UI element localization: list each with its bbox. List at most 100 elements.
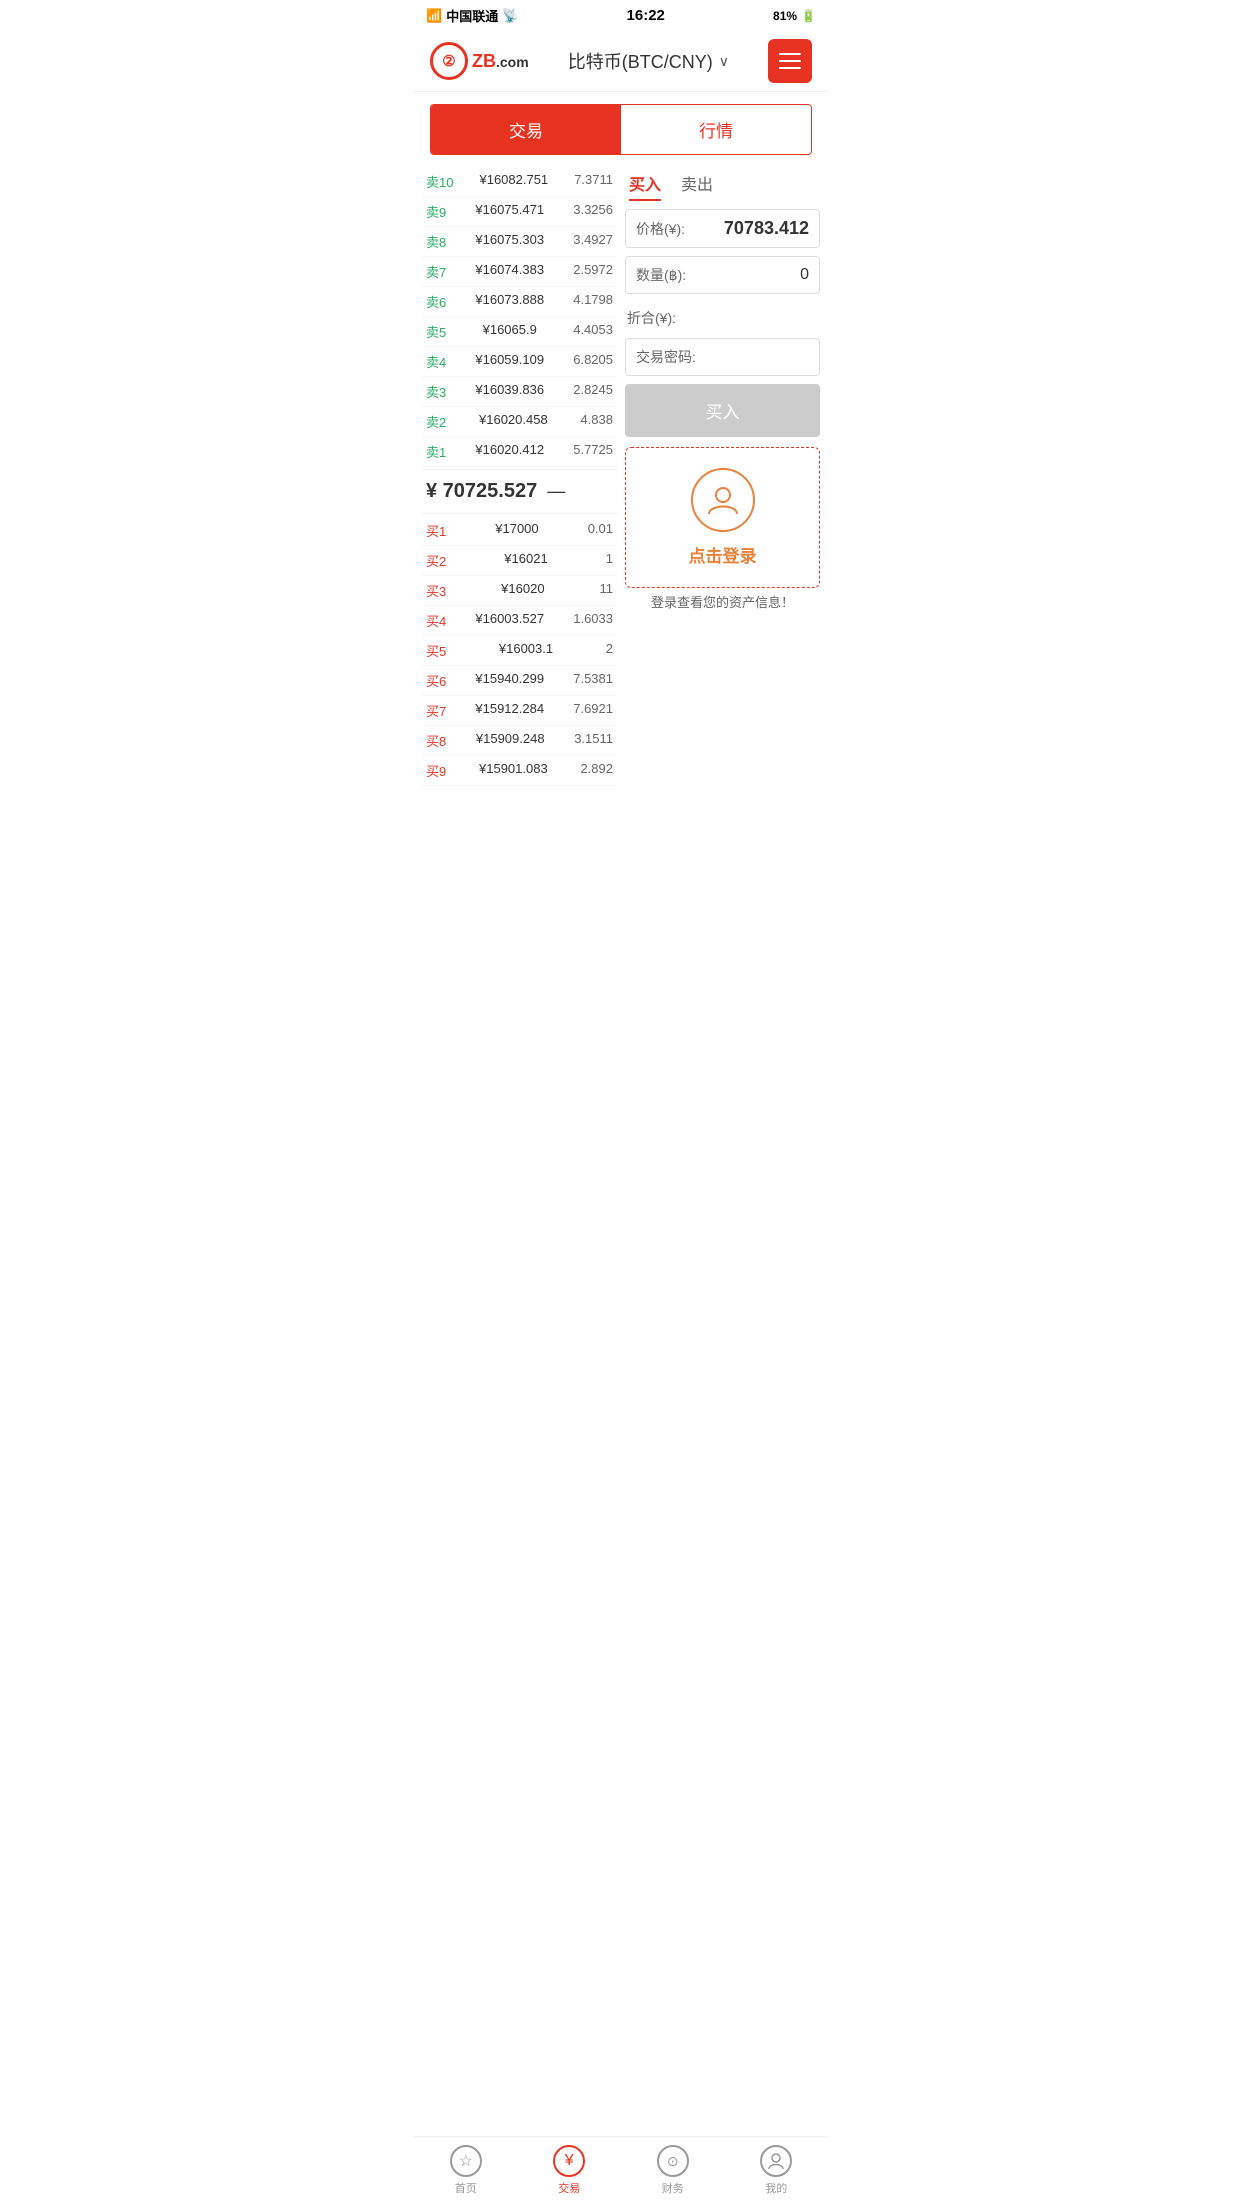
battery-icon: 🔋 [801,9,816,23]
buy-order-qty: 2 [606,641,613,660]
nav-item-home[interactable]: ☆ 首页 [450,2145,482,2196]
login-button[interactable]: 点击登录 [689,542,757,567]
buy-order-label: 买8 [426,731,446,750]
sell-order-qty: 2.5972 [573,262,613,281]
user-icon [705,482,741,518]
buy-order-price: ¥16003.1 [499,641,553,660]
login-avatar [691,468,755,532]
table-row[interactable]: 买2 ¥16021 1 [422,546,617,576]
pair-label: 比特币(BTC/CNY) [568,48,713,74]
table-row[interactable]: 卖5 ¥16065.9 4.4053 [422,317,617,347]
qty-field-group: 数量(฿): 0 [625,256,820,294]
tab-market[interactable]: 行情 [621,105,811,154]
sell-order-price: ¥16039.836 [475,382,544,401]
order-book: 卖10 ¥16082.751 7.3711 卖9 ¥16075.471 3.32… [422,167,617,786]
tab-trade[interactable]: 交易 [431,105,621,154]
status-right: 81% 🔋 [773,9,816,23]
nav-item-finance[interactable]: ⊙ 财务 [657,2145,689,2196]
trade-icon: ¥ [553,2145,585,2177]
table-row[interactable]: 卖2 ¥16020.458 4.838 [422,407,617,437]
menu-line-2 [779,60,801,62]
status-left: 📶 中国联通 📡 [426,6,518,25]
sell-order-label: 卖1 [426,442,446,461]
sell-order-price: ¥16020.412 [475,442,544,461]
table-row[interactable]: 卖3 ¥16039.836 2.8245 [422,377,617,407]
buy-order-label: 买5 [426,641,446,660]
nav-item-profile[interactable]: 我的 [760,2145,792,2196]
current-price-value: ¥ 70725.527 [426,480,537,503]
sell-order-price: ¥16075.471 [475,202,544,221]
price-input[interactable]: 70783.412 [724,218,809,239]
sell-order-price: ¥16073.888 [475,292,544,311]
nav-label-trade: 交易 [558,2180,580,2196]
table-row[interactable]: 买1 ¥17000 0.01 [422,516,617,546]
status-bar: 📶 中国联通 📡 16:22 81% 🔋 [414,0,828,31]
buy-order-label: 买4 [426,611,446,630]
sell-order-qty: 4.1798 [573,292,613,311]
table-row[interactable]: 买4 ¥16003.527 1.6033 [422,606,617,636]
chevron-down-icon: ∨ [719,53,729,70]
buy-order-price: ¥17000 [495,521,538,540]
login-box: 点击登录 [625,447,820,588]
finance-icon: ⊙ [657,2145,689,2177]
table-row[interactable]: 买3 ¥16020 11 [422,576,617,606]
buy-order-price: ¥15940.299 [475,671,544,690]
buy-order-label: 买1 [426,521,446,540]
table-row[interactable]: 买8 ¥15909.248 3.1511 [422,726,617,756]
buy-button[interactable]: 买入 [625,384,820,437]
table-row[interactable]: 卖1 ¥16020.412 5.7725 [422,437,617,467]
sell-order-price: ¥16082.751 [479,172,548,191]
sell-order-label: 卖7 [426,262,446,281]
table-row[interactable]: 买6 ¥15940.299 7.5381 [422,666,617,696]
logo-text: ZB.com [472,51,529,72]
table-row[interactable]: 买9 ¥15901.083 2.892 [422,756,617,786]
buy-order-label: 买7 [426,701,446,720]
sell-order-price: ¥16059.109 [475,352,544,371]
buy-order-qty: 7.6921 [573,701,613,720]
buy-order-qty: 2.892 [580,761,613,780]
asset-info-text: 登录查看您的资产信息！ [625,592,820,611]
buy-order-price: ¥16021 [504,551,547,570]
nav-item-trade[interactable]: ¥ 交易 [553,2145,585,2196]
sell-order-qty: 4.4053 [573,322,613,341]
password-field-group: 交易密码: [625,338,820,376]
table-row[interactable]: 卖10 ¥16082.751 7.3711 [422,167,617,197]
buy-order-price: ¥15912.284 [475,701,544,720]
table-row[interactable]: 卖8 ¥16075.303 3.4927 [422,227,617,257]
table-row[interactable]: 买7 ¥15912.284 7.6921 [422,696,617,726]
wifi-icon: 📡 [502,8,518,24]
menu-button[interactable] [768,39,812,83]
zhehe-row: 折合(¥): [625,302,820,334]
carrier-label: 中国联通 [446,6,498,25]
tab-buy[interactable]: 买入 [629,171,661,201]
nav-label-profile: 我的 [765,2180,787,2196]
price-label: 价格(¥): [636,219,685,239]
time-display: 16:22 [627,7,665,24]
top-tab-bar: 交易 行情 [430,104,812,155]
buy-order-price: ¥16020 [501,581,544,600]
table-row[interactable]: 卖9 ¥16075.471 3.3256 [422,197,617,227]
right-panel: 买入 卖出 价格(¥): 70783.412 数量(฿): 0 折合(¥): 交… [625,167,820,786]
table-row[interactable]: 卖4 ¥16059.109 6.8205 [422,347,617,377]
buy-order-price: ¥15901.083 [479,761,548,780]
table-row[interactable]: 卖7 ¥16074.383 2.5972 [422,257,617,287]
sell-order-label: 卖4 [426,352,446,371]
sell-order-qty: 3.3256 [573,202,613,221]
home-icon: ☆ [450,2145,482,2177]
qty-input[interactable]: 0 [800,266,809,284]
buy-order-label: 买2 [426,551,446,570]
logo: ② ZB.com [430,42,529,80]
main-content: 卖10 ¥16082.751 7.3711 卖9 ¥16075.471 3.32… [414,167,828,786]
buy-orders: 买1 ¥17000 0.01 买2 ¥16021 1 买3 ¥16020 11 … [422,516,617,786]
nav-label-finance: 财务 [662,2180,684,2196]
zhehe-label: 折合(¥): [627,308,676,328]
header-title[interactable]: 比特币(BTC/CNY) ∨ [568,48,729,74]
table-row[interactable]: 买5 ¥16003.1 2 [422,636,617,666]
buy-order-label: 买6 [426,671,446,690]
tab-sell[interactable]: 卖出 [681,171,713,201]
table-row[interactable]: 卖6 ¥16073.888 4.1798 [422,287,617,317]
buy-order-qty: 3.1511 [574,731,613,750]
current-price-row: ¥ 70725.527 — [422,469,617,514]
sell-order-qty: 2.8245 [573,382,613,401]
sell-order-price: ¥16065.9 [483,322,537,341]
